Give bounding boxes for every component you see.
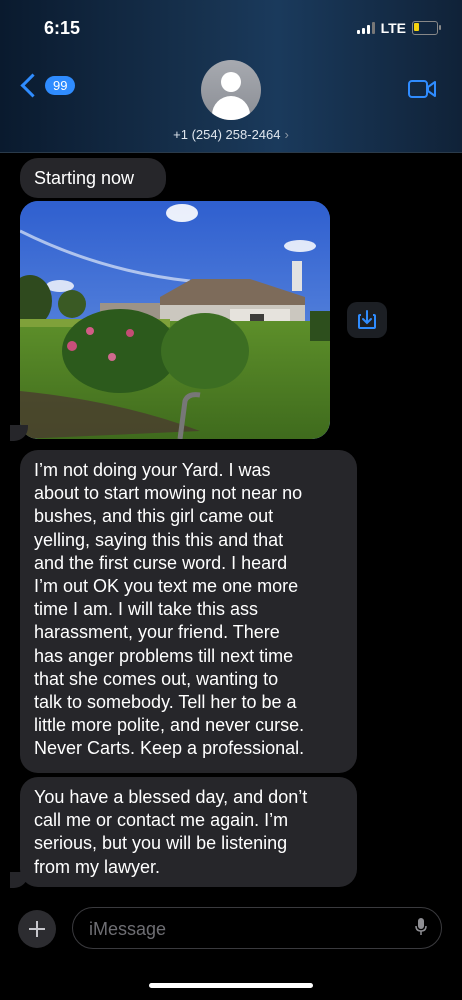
contact-name-button[interactable]: +1 (254) 258-2464 ›: [0, 127, 462, 142]
network-label: LTE: [380, 20, 406, 36]
avatar-icon[interactable]: [201, 60, 261, 120]
photo-attachment[interactable]: [20, 201, 330, 439]
message-text: You have a blessed day, and don’t call m…: [34, 787, 308, 877]
bubble-tail: [10, 872, 28, 888]
battery-icon: [412, 21, 441, 35]
home-indicator: [149, 983, 313, 988]
unread-badge: 99: [45, 76, 76, 95]
message-text: I’m not doing your Yard. I was about to …: [34, 460, 305, 759]
message-bubble[interactable]: You have a blessed day, and don’t call m…: [20, 777, 357, 887]
mic-icon[interactable]: [415, 918, 427, 936]
video-call-icon[interactable]: [408, 79, 436, 99]
save-photo-button[interactable]: [347, 302, 387, 338]
back-button[interactable]: 99: [18, 73, 76, 98]
back-chevron-icon: [20, 73, 45, 98]
contact-number: +1 (254) 258-2464: [173, 127, 281, 142]
conversation-header: 6:15 LTE 99 +1 (254) 258-2464 ›: [0, 0, 462, 153]
bubble-tail: [10, 425, 28, 441]
input-placeholder: iMessage: [89, 919, 167, 939]
yard-photo: [20, 201, 330, 439]
message-bubble[interactable]: I’m not doing your Yard. I was about to …: [20, 450, 357, 773]
chevron-right-icon: ›: [284, 127, 289, 142]
save-icon: [358, 310, 376, 329]
message-bubble[interactable]: Starting now: [20, 158, 166, 198]
status-time: 6:15: [44, 18, 81, 38]
status-indicators: LTE: [356, 20, 441, 36]
signal-icon: [356, 22, 375, 34]
message-text: Starting now: [34, 168, 135, 188]
battery-level: [414, 23, 419, 31]
message-input[interactable]: iMessage: [72, 907, 442, 949]
plus-icon[interactable]: [18, 910, 56, 948]
